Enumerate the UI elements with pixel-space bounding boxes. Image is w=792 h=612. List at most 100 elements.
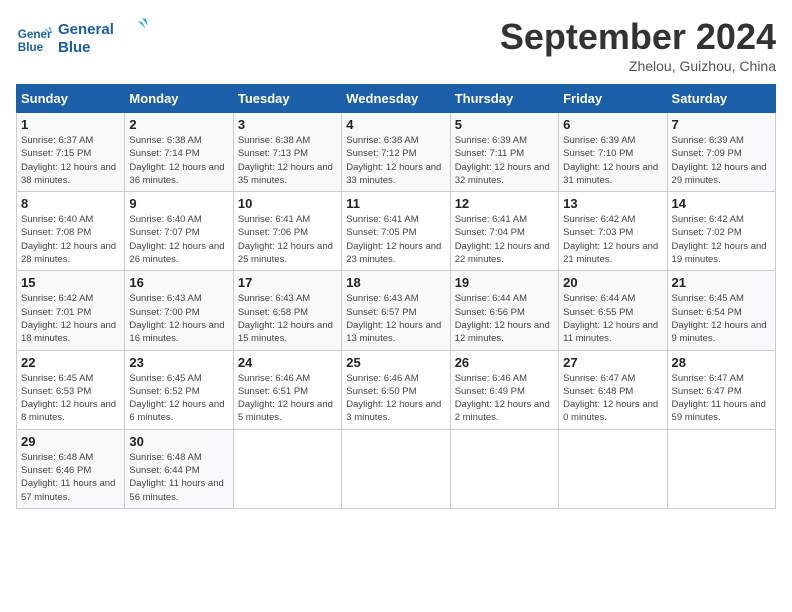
calendar-cell: 18Sunrise: 6:43 AMSunset: 6:57 PMDayligh… [342, 271, 450, 350]
day-info: Sunrise: 6:38 AMSunset: 7:12 PMDaylight:… [346, 134, 445, 187]
calendar-cell: 5 Sunrise: 6:39 AMSunset: 7:11 PMDaylight… [450, 113, 558, 192]
day-number: 17 [238, 275, 337, 290]
day-number: 25 [346, 355, 445, 370]
calendar-week-4: 22 Sunrise: 6:45 AMSunset: 6:53 PMDayligh… [17, 350, 776, 429]
calendar-week-5: 29 Sunrise: 6:48 AMSunset: 6:46 PMDayligh… [17, 429, 776, 508]
day-number: 18 [346, 275, 445, 290]
day-number: 29 [21, 434, 120, 449]
day-info: Sunrise: 6:41 AMSunset: 7:04 PMDaylight:… [455, 213, 554, 266]
calendar-cell: 14Sunrise: 6:42 AMSunset: 7:02 PMDayligh… [667, 192, 775, 271]
calendar-table: SundayMondayTuesdayWednesdayThursdayFrid… [16, 84, 776, 509]
day-number: 22 [21, 355, 120, 370]
day-info: Sunrise: 6:41 AMSunset: 7:05 PMDaylight:… [346, 213, 445, 266]
day-info: Sunrise: 6:40 AMSunset: 7:08 PMDaylight:… [21, 213, 120, 266]
day-number: 27 [563, 355, 662, 370]
weekday-header-sunday: Sunday [17, 85, 125, 113]
calendar-cell: 16Sunrise: 6:43 AMSunset: 7:00 PMDayligh… [125, 271, 233, 350]
day-number: 7 [672, 117, 771, 132]
day-number: 15 [21, 275, 120, 290]
weekday-header-wednesday: Wednesday [342, 85, 450, 113]
day-number: 19 [455, 275, 554, 290]
calendar-cell: 22 Sunrise: 6:45 AMSunset: 6:53 PMDayligh… [17, 350, 125, 429]
logo-svg: General Blue [58, 16, 148, 58]
day-number: 12 [455, 196, 554, 211]
calendar-cell [559, 429, 667, 508]
day-number: 10 [238, 196, 337, 211]
day-number: 30 [129, 434, 228, 449]
logo-icon: General Blue [16, 22, 52, 58]
day-number: 1 [21, 117, 120, 132]
day-info: Sunrise: 6:39 AMSunset: 7:11 PMDaylight:… [455, 134, 554, 187]
day-info: Sunrise: 6:47 AMSunset: 6:48 PMDaylight:… [563, 372, 662, 425]
calendar-week-3: 15 Sunrise: 6:42 AMSunset: 7:01 PMDayligh… [17, 271, 776, 350]
day-number: 23 [129, 355, 228, 370]
calendar-cell [342, 429, 450, 508]
day-info: Sunrise: 6:42 AMSunset: 7:01 PMDaylight:… [21, 292, 120, 345]
day-info: Sunrise: 6:38 AMSunset: 7:13 PMDaylight:… [238, 134, 337, 187]
day-number: 20 [563, 275, 662, 290]
day-number: 8 [21, 196, 120, 211]
calendar-cell: 26Sunrise: 6:46 AMSunset: 6:49 PMDayligh… [450, 350, 558, 429]
day-info: Sunrise: 6:45 AMSunset: 6:54 PMDaylight:… [672, 292, 771, 345]
day-info: Sunrise: 6:44 AMSunset: 6:55 PMDaylight:… [563, 292, 662, 345]
calendar-cell: 2 Sunrise: 6:38 AMSunset: 7:14 PMDaylight… [125, 113, 233, 192]
calendar-cell [450, 429, 558, 508]
day-info: Sunrise: 6:41 AMSunset: 7:06 PMDaylight:… [238, 213, 337, 266]
weekday-header-row: SundayMondayTuesdayWednesdayThursdayFrid… [17, 85, 776, 113]
day-number: 28 [672, 355, 771, 370]
day-number: 13 [563, 196, 662, 211]
calendar-cell: 8 Sunrise: 6:40 AMSunset: 7:08 PMDaylight… [17, 192, 125, 271]
day-info: Sunrise: 6:39 AMSunset: 7:09 PMDaylight:… [672, 134, 771, 187]
calendar-cell: 10 Sunrise: 6:41 AMSunset: 7:06 PMDayligh… [233, 192, 341, 271]
day-info: Sunrise: 6:44 AMSunset: 6:56 PMDaylight:… [455, 292, 554, 345]
svg-text:Blue: Blue [18, 40, 44, 53]
calendar-week-2: 8 Sunrise: 6:40 AMSunset: 7:08 PMDaylight… [17, 192, 776, 271]
calendar-cell: 27 Sunrise: 6:47 AMSunset: 6:48 PMDayligh… [559, 350, 667, 429]
calendar-cell: 15 Sunrise: 6:42 AMSunset: 7:01 PMDayligh… [17, 271, 125, 350]
day-info: Sunrise: 6:46 AMSunset: 6:50 PMDaylight:… [346, 372, 445, 425]
calendar-cell: 21 Sunrise: 6:45 AMSunset: 6:54 PMDayligh… [667, 271, 775, 350]
day-number: 11 [346, 196, 445, 211]
day-number: 16 [129, 275, 228, 290]
calendar-cell: 29 Sunrise: 6:48 AMSunset: 6:46 PMDayligh… [17, 429, 125, 508]
day-info: Sunrise: 6:42 AMSunset: 7:03 PMDaylight:… [563, 213, 662, 266]
day-number: 26 [455, 355, 554, 370]
day-number: 9 [129, 196, 228, 211]
calendar-cell: 13 Sunrise: 6:42 AMSunset: 7:03 PMDayligh… [559, 192, 667, 271]
weekday-header-monday: Monday [125, 85, 233, 113]
day-info: Sunrise: 6:38 AMSunset: 7:14 PMDaylight:… [129, 134, 228, 187]
calendar-cell: 1 Sunrise: 6:37 AMSunset: 7:15 PMDaylight… [17, 113, 125, 192]
day-number: 21 [672, 275, 771, 290]
calendar-week-1: 1 Sunrise: 6:37 AMSunset: 7:15 PMDaylight… [17, 113, 776, 192]
day-info: Sunrise: 6:48 AMSunset: 6:46 PMDaylight:… [21, 451, 120, 504]
title-block: September 2024 Zhelou, Guizhou, China [500, 16, 776, 74]
calendar-cell: 3 Sunrise: 6:38 AMSunset: 7:13 PMDaylight… [233, 113, 341, 192]
day-info: Sunrise: 6:45 AMSunset: 6:52 PMDaylight:… [129, 372, 228, 425]
weekday-header-friday: Friday [559, 85, 667, 113]
calendar-cell: 12 Sunrise: 6:41 AMSunset: 7:04 PMDayligh… [450, 192, 558, 271]
weekday-header-thursday: Thursday [450, 85, 558, 113]
logo: General Blue General Blue [16, 16, 148, 63]
location: Zhelou, Guizhou, China [500, 58, 776, 74]
calendar-cell: 25 Sunrise: 6:46 AMSunset: 6:50 PMDayligh… [342, 350, 450, 429]
day-number: 2 [129, 117, 228, 132]
calendar-cell: 20 Sunrise: 6:44 AMSunset: 6:55 PMDayligh… [559, 271, 667, 350]
day-info: Sunrise: 6:37 AMSunset: 7:15 PMDaylight:… [21, 134, 120, 187]
calendar-cell: 23 Sunrise: 6:45 AMSunset: 6:52 PMDayligh… [125, 350, 233, 429]
page-header: General Blue General Blue September 2024… [16, 16, 776, 74]
weekday-header-tuesday: Tuesday [233, 85, 341, 113]
day-number: 3 [238, 117, 337, 132]
calendar-cell: 24 Sunrise: 6:46 AMSunset: 6:51 PMDayligh… [233, 350, 341, 429]
calendar-cell: 7 Sunrise: 6:39 AMSunset: 7:09 PMDaylight… [667, 113, 775, 192]
calendar-cell: 9Sunrise: 6:40 AMSunset: 7:07 PMDaylight… [125, 192, 233, 271]
weekday-header-saturday: Saturday [667, 85, 775, 113]
day-info: Sunrise: 6:46 AMSunset: 6:51 PMDaylight:… [238, 372, 337, 425]
day-info: Sunrise: 6:45 AMSunset: 6:53 PMDaylight:… [21, 372, 120, 425]
day-number: 24 [238, 355, 337, 370]
day-number: 6 [563, 117, 662, 132]
calendar-cell: 28Sunrise: 6:47 AMSunset: 6:47 PMDayligh… [667, 350, 775, 429]
calendar-cell [233, 429, 341, 508]
day-info: Sunrise: 6:48 AMSunset: 6:44 PMDaylight:… [129, 451, 228, 504]
day-number: 5 [455, 117, 554, 132]
calendar-cell: 17Sunrise: 6:43 AMSunset: 6:58 PMDayligh… [233, 271, 341, 350]
